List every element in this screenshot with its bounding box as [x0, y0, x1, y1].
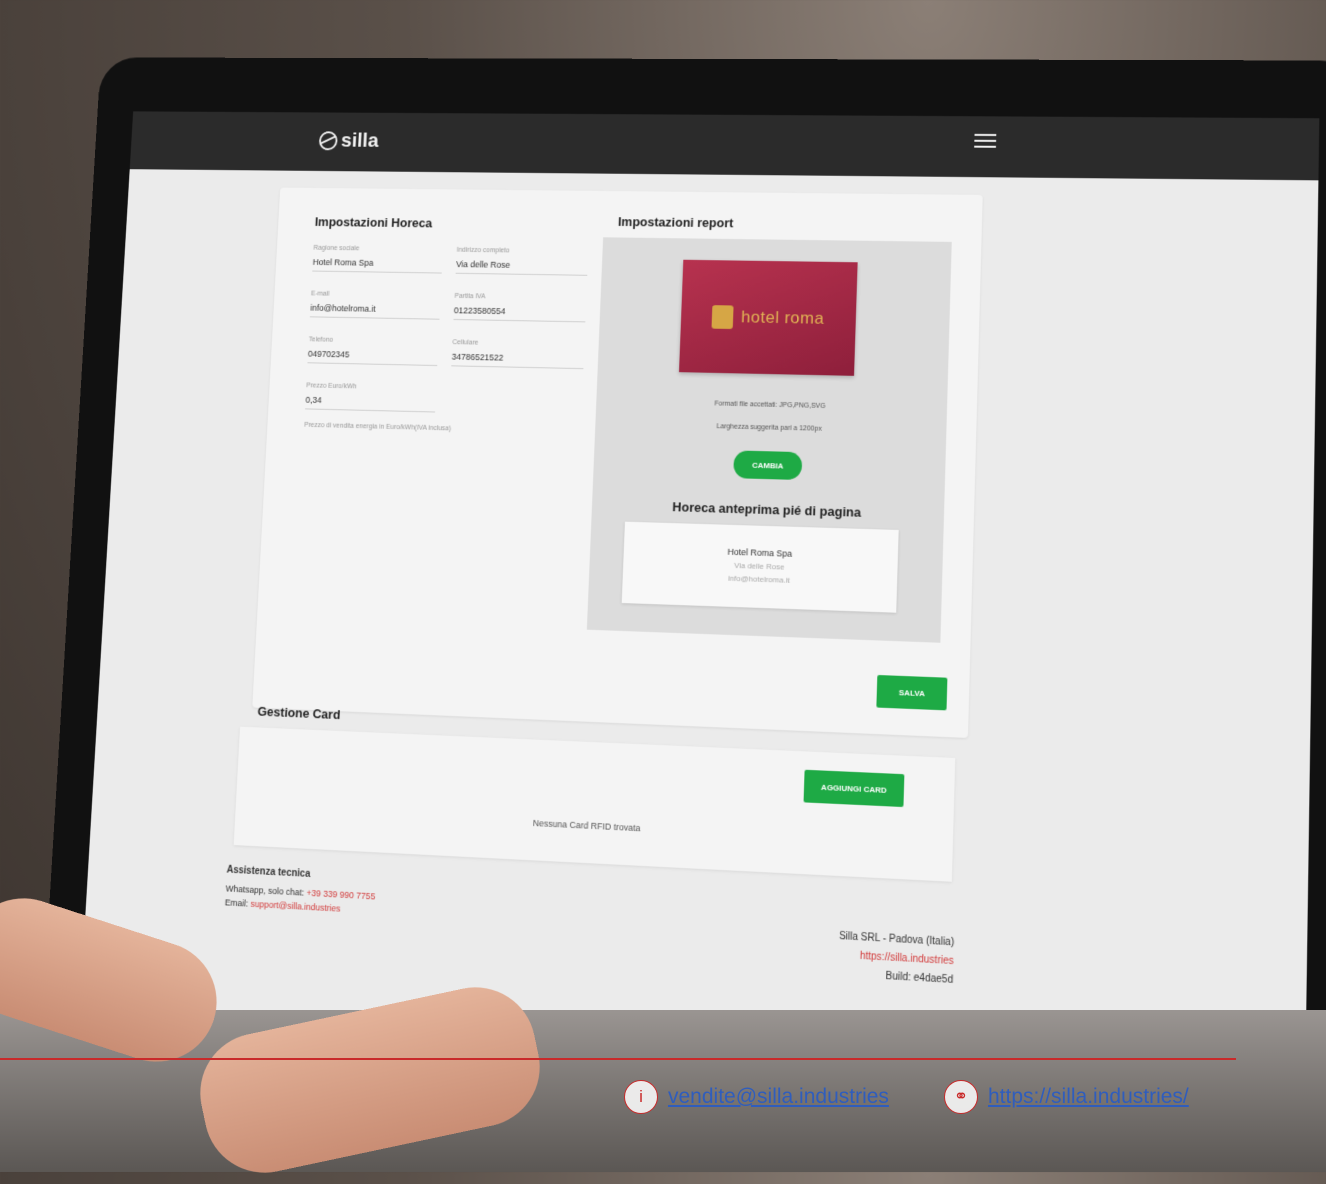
email-field[interactable]: E-mail info@hotelroma.it [309, 290, 441, 320]
silla-logo[interactable]: silla [318, 129, 380, 152]
website-link[interactable]: https://silla.industries/ [988, 1085, 1189, 1109]
company-info: Silla SRL - Padova (Italia) https://sill… [838, 928, 955, 991]
support-section: Assistenza tecnica Whatsapp, solo chat: … [224, 865, 376, 920]
field-label: Telefono [308, 336, 334, 344]
globe-icon: ⚭ [944, 1080, 978, 1114]
support-email-link[interactable]: support@silla.industries [250, 899, 340, 914]
empty-cards-text: Nessuna Card RFID trovata [532, 817, 641, 834]
logo-text: silla [340, 129, 380, 152]
partita-iva-field[interactable]: Partita IVA 01223580554 [453, 292, 587, 323]
card-management-title: Gestione Card [257, 703, 341, 723]
top-navbar: silla [129, 111, 1320, 181]
whatsapp-label: Whatsapp, solo chat: [225, 883, 305, 898]
email-label: Email: [224, 897, 249, 909]
hamburger-icon[interactable] [974, 133, 997, 152]
prezzo-field[interactable]: Prezzo Euro/kWh 0,34 [305, 382, 437, 413]
info-icon: i [624, 1080, 658, 1114]
field-value: 0,34 [305, 394, 322, 405]
field-label: Cellulare [452, 339, 479, 347]
website-contact: ⚭ https://silla.industries/ [944, 1080, 1189, 1114]
horeca-title: Impostazioni Horeca [314, 214, 433, 231]
field-value: Via delle Rose [455, 259, 511, 270]
card-management-panel: Gestione Card AGGIUNGI CARD Nessuna Card… [233, 704, 956, 882]
price-hint: Prezzo di vendita energia in Euro/kWh(IV… [304, 421, 452, 433]
accepted-formats: Formati file accettati: JPG,PNG,SVG [714, 400, 826, 410]
width-hint: Larghezza suggerita pari a 1200px [716, 423, 822, 433]
whatsapp-number-link[interactable]: +39 339 990 7755 [306, 888, 375, 902]
telefono-field[interactable]: Telefono 049702345 [307, 336, 439, 367]
hotel-emblem-icon [711, 304, 734, 329]
hotel-logo-text: hotel roma [740, 307, 825, 328]
field-value: Hotel Roma Spa [312, 257, 374, 268]
field-value: 049702345 [307, 348, 350, 360]
hotel-logo-image: hotel roma [679, 259, 858, 376]
add-card-button[interactable]: AGGIUNGI CARD [803, 769, 905, 808]
cellulare-field[interactable]: Cellulare 34786521522 [451, 339, 585, 370]
support-title: Assistenza tecnica [226, 864, 311, 880]
indirizzo-field[interactable]: Indirizzo completo Via delle Rose [455, 246, 589, 276]
save-button[interactable]: SALVA [876, 674, 948, 711]
field-label: Ragione sociale [313, 244, 360, 253]
sales-email-contact: i vendite@silla.industries [624, 1080, 889, 1114]
field-value: 34786521522 [451, 351, 504, 363]
accent-divider [0, 1058, 1236, 1060]
field-label: E-mail [310, 290, 330, 298]
app-screen: silla Impostazioni Horeca Ragione social… [78, 111, 1320, 1114]
field-label: Prezzo Euro/kWh [306, 382, 357, 391]
field-value: info@hotelroma.it [310, 302, 376, 314]
field-label: Indirizzo completo [456, 246, 510, 255]
field-label: Partita IVA [454, 292, 486, 301]
change-logo-button[interactable]: CAMBIA [733, 450, 803, 481]
preview-title: Horeca anteprima pié di pagina [672, 499, 862, 520]
ragione-sociale-field[interactable]: Ragione sociale Hotel Roma Spa [312, 244, 443, 274]
laptop-frame: silla Impostazioni Horeca Ragione social… [38, 57, 1326, 1162]
field-value: 01223580554 [453, 305, 506, 317]
silla-logo-icon [318, 131, 338, 151]
sales-email-link[interactable]: vendite@silla.industries [668, 1085, 889, 1109]
footer-preview-card: Hotel Roma Spa Via delle Rose info@hotel… [621, 521, 899, 613]
report-title: Impostazioni report [617, 214, 734, 231]
report-panel: hotel roma Formati file accettati: JPG,P… [586, 237, 952, 643]
settings-card: Impostazioni Horeca Ragione sociale Hote… [252, 187, 983, 738]
